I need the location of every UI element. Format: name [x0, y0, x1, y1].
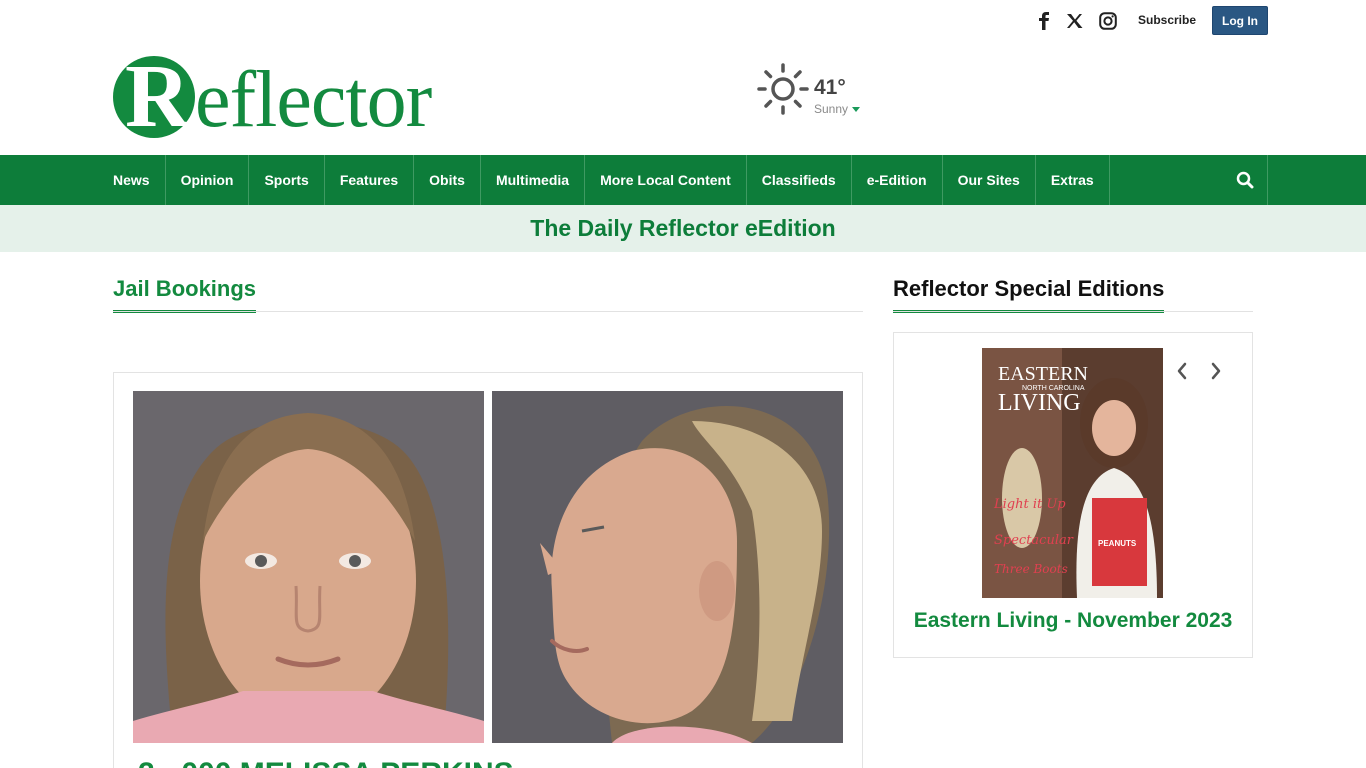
- eedition-banner-text: The Daily Reflector eEdition: [530, 215, 836, 241]
- search-button[interactable]: [1222, 155, 1268, 205]
- logo-letter: R: [125, 47, 190, 146]
- nav-item-more-local-content[interactable]: More Local Content: [585, 155, 747, 205]
- weather-condition-label: Sunny: [814, 102, 849, 116]
- nav-item-classifieds[interactable]: Classifieds: [747, 155, 852, 205]
- nav-item-sports[interactable]: Sports: [249, 155, 325, 205]
- cover-bag-text: PEANUTS: [1098, 539, 1137, 548]
- sun-icon: [757, 63, 809, 115]
- section-title: Jail Bookings: [113, 276, 257, 313]
- login-button[interactable]: Log In: [1212, 6, 1268, 35]
- subscribe-link[interactable]: Subscribe: [1138, 13, 1196, 27]
- mugshot-profile-image[interactable]: [492, 391, 843, 743]
- chevron-left-icon: [1177, 362, 1187, 380]
- magazine-cover-image[interactable]: EASTERN NORTH CAROLINA LIVING Light it U…: [982, 348, 1163, 598]
- cover-headline-1: Light it Up: [993, 497, 1066, 512]
- mugshot-front-image[interactable]: [133, 391, 484, 743]
- nav-item-news[interactable]: News: [98, 155, 166, 205]
- article-title[interactable]: 2 - 000 MELISSA PERKINS: [138, 757, 514, 768]
- chevron-right-icon: [1211, 362, 1221, 380]
- special-edition-caption[interactable]: Eastern Living - November 2023: [894, 609, 1252, 633]
- carousel-prev-button[interactable]: [1172, 359, 1192, 383]
- nav-item-our-sites[interactable]: Our Sites: [943, 155, 1036, 205]
- special-editions-carousel: EASTERN NORTH CAROLINA LIVING Light it U…: [893, 332, 1253, 658]
- search-icon: [1236, 171, 1253, 189]
- nav-items: News Opinion Sports Features Obits Multimedia…: [98, 155, 1110, 205]
- weather-widget[interactable]: 41° Sunny: [756, 62, 876, 118]
- sidebar-divider: [893, 311, 1253, 312]
- carousel-next-button[interactable]: [1206, 359, 1226, 383]
- cover-masthead-bottom: LIVING: [998, 390, 1081, 416]
- top-utility-bar: Subscribe Log In: [0, 6, 1366, 36]
- main-nav: News Opinion Sports Features Obits Multimedia…: [0, 155, 1366, 205]
- facebook-icon[interactable]: [1033, 10, 1055, 32]
- nav-item-obits[interactable]: Obits: [414, 155, 481, 205]
- eedition-banner[interactable]: The Daily Reflector eEdition: [0, 205, 1366, 252]
- x-icon[interactable]: [1063, 10, 1085, 32]
- section-header: Jail Bookings: [113, 276, 863, 313]
- cover-headline-3: Three Boots: [994, 562, 1068, 576]
- nav-item-e-edition[interactable]: e-Edition: [852, 155, 943, 205]
- nav-item-features[interactable]: Features: [325, 155, 415, 205]
- section-divider: [113, 311, 863, 312]
- weather-condition: Sunny: [814, 102, 861, 116]
- chevron-down-icon: [852, 106, 861, 112]
- nav-item-extras[interactable]: Extras: [1036, 155, 1110, 205]
- nav-item-multimedia[interactable]: Multimedia: [481, 155, 586, 205]
- cover-headline-2: Spectacular: [994, 533, 1074, 548]
- logo-wordmark: eflector: [195, 56, 432, 144]
- article-card: 2 - 000 MELISSA PERKINS: [113, 372, 863, 768]
- nav-item-opinion[interactable]: Opinion: [166, 155, 250, 205]
- sidebar-title: Reflector Special Editions: [893, 276, 1165, 313]
- cover-masthead-top: EASTERN: [998, 363, 1088, 385]
- reflector-logo[interactable]: R eflector: [113, 52, 473, 144]
- sidebar-header: Reflector Special Editions: [893, 276, 1253, 313]
- instagram-icon[interactable]: [1097, 10, 1119, 32]
- weather-temperature: 41°: [814, 76, 846, 99]
